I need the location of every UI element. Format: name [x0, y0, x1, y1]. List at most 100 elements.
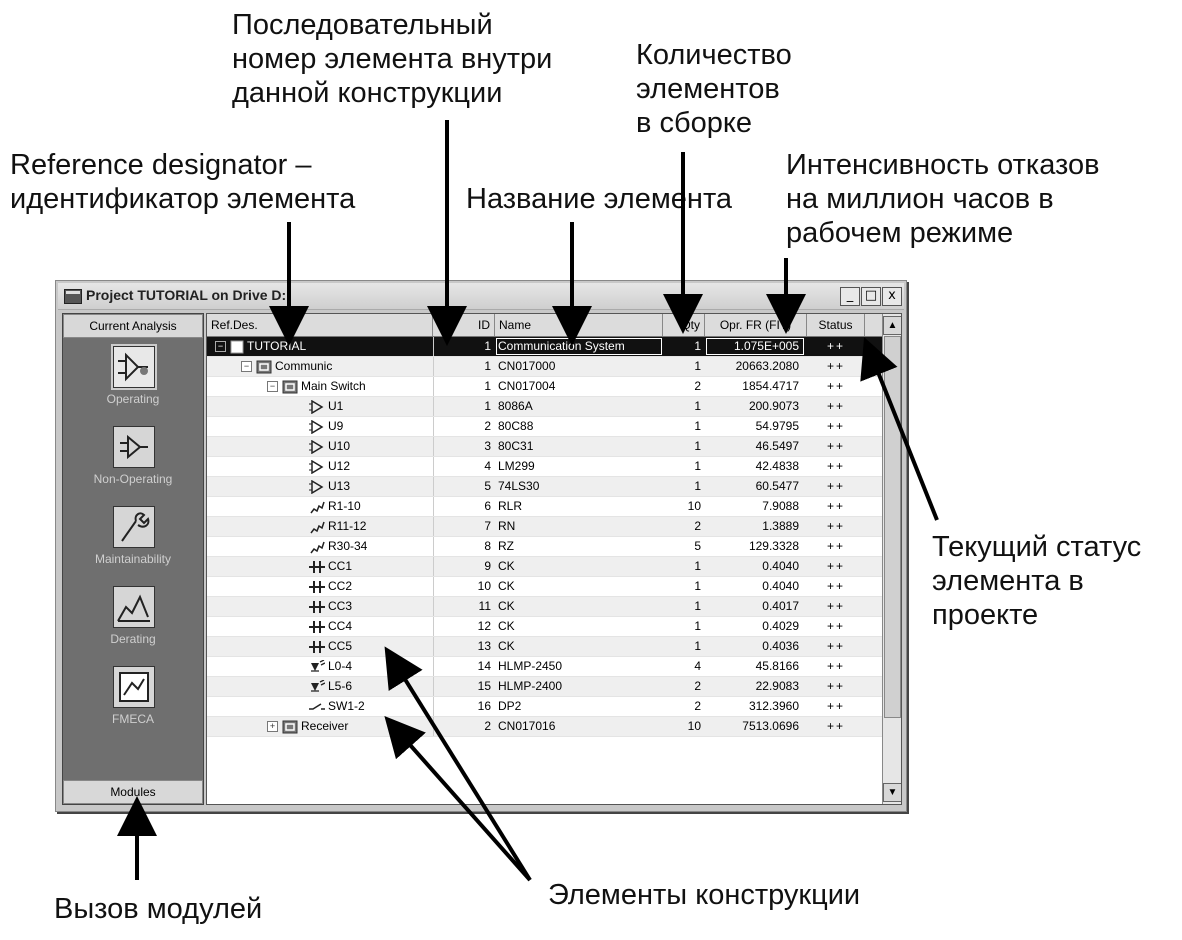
cell-qty[interactable]: 2 — [663, 697, 705, 716]
cell-failure-rate[interactable]: 54.9795 — [705, 417, 805, 436]
cell-status[interactable]: ++ — [807, 397, 865, 416]
cell-id[interactable]: 9 — [433, 557, 495, 576]
cell-qty[interactable]: 1 — [663, 337, 705, 356]
table-row[interactable]: U12 4 LM299 1 42.4838 ++ — [207, 457, 883, 477]
cell-id[interactable]: 1 — [433, 397, 495, 416]
module-non-operating[interactable]: Non-Operating — [63, 422, 203, 502]
cell-failure-rate[interactable]: 312.3960 — [705, 697, 805, 716]
modules-button[interactable]: Modules — [63, 780, 203, 804]
column-header-name[interactable]: Name — [495, 314, 663, 336]
cell-ref-des[interactable]: − TUTORIAL — [207, 337, 433, 356]
cell-status[interactable]: ++ — [807, 377, 865, 396]
vertical-scrollbar[interactable]: ▲ ▼ — [882, 314, 901, 804]
cell-qty[interactable]: 4 — [663, 657, 705, 676]
cell-status[interactable]: ++ — [807, 637, 865, 656]
cell-ref-des[interactable]: R11-12 — [207, 517, 433, 536]
cell-qty[interactable]: 1 — [663, 457, 705, 476]
cell-ref-des[interactable]: U13 — [207, 477, 433, 496]
cell-ref-des[interactable]: CC3 — [207, 597, 433, 616]
cell-name[interactable]: 80C88 — [495, 417, 663, 436]
cell-ref-des[interactable]: U12 — [207, 457, 433, 476]
cell-ref-des[interactable]: U9 — [207, 417, 433, 436]
cell-qty[interactable]: 2 — [663, 517, 705, 536]
cell-status[interactable]: ++ — [807, 477, 865, 496]
cell-qty[interactable]: 10 — [663, 497, 705, 516]
cell-name[interactable]: Communication System — [495, 337, 663, 356]
cell-ref-des[interactable]: − Main Switch — [207, 377, 433, 396]
cell-id[interactable]: 11 — [433, 597, 495, 616]
cell-name[interactable]: CN017000 — [495, 357, 663, 376]
cell-failure-rate[interactable]: 7513.0696 — [705, 717, 805, 736]
maximize-button[interactable]: □ — [861, 287, 881, 306]
column-header-status[interactable]: Status — [807, 314, 865, 336]
collapse-toggle-icon[interactable]: − — [241, 361, 252, 373]
cell-name[interactable]: LM299 — [495, 457, 663, 476]
cell-name[interactable]: RZ — [495, 537, 663, 556]
table-row[interactable]: R11-12 7 RN 2 1.3889 ++ — [207, 517, 883, 537]
cell-qty[interactable]: 1 — [663, 417, 705, 436]
cell-name[interactable]: CN017004 — [495, 377, 663, 396]
cell-failure-rate[interactable]: 7.9088 — [705, 497, 805, 516]
cell-qty[interactable]: 2 — [663, 677, 705, 696]
table-row[interactable]: CC4 12 CK 1 0.4029 ++ — [207, 617, 883, 637]
minimize-button[interactable]: _ — [840, 287, 860, 306]
cell-failure-rate[interactable]: 0.4036 — [705, 637, 805, 656]
cell-name[interactable]: CK — [495, 577, 663, 596]
cell-name[interactable]: RLR — [495, 497, 663, 516]
cell-id[interactable]: 2 — [433, 717, 495, 736]
cell-qty[interactable]: 5 — [663, 537, 705, 556]
cell-name[interactable]: 80C31 — [495, 437, 663, 456]
cell-qty[interactable]: 1 — [663, 397, 705, 416]
cell-ref-des[interactable]: U10 — [207, 437, 433, 456]
cell-qty[interactable]: 1 — [663, 477, 705, 496]
cell-name[interactable]: CN017016 — [495, 717, 663, 736]
cell-failure-rate[interactable]: 0.4029 — [705, 617, 805, 636]
cell-status[interactable]: ++ — [807, 497, 865, 516]
cell-name[interactable]: 8086A — [495, 397, 663, 416]
cell-id[interactable]: 16 — [433, 697, 495, 716]
cell-name[interactable]: 74LS30 — [495, 477, 663, 496]
cell-ref-des[interactable]: SW1-2 — [207, 697, 433, 716]
cell-status[interactable]: ++ — [807, 357, 865, 376]
cell-id[interactable]: 12 — [433, 617, 495, 636]
cell-failure-rate[interactable]: 1.075E+005 — [705, 337, 805, 356]
table-row[interactable]: − TUTORIAL 1 Communication System 1 1.075E+00… — [207, 337, 883, 357]
cell-failure-rate[interactable]: 129.3328 — [705, 537, 805, 556]
cell-name[interactable]: HLMP-2400 — [495, 677, 663, 696]
column-header-ref[interactable]: Ref.Des. — [207, 314, 433, 336]
scroll-thumb[interactable] — [884, 336, 901, 718]
cell-id[interactable]: 6 — [433, 497, 495, 516]
table-row[interactable]: − Communic 1 CN017000 1 20663.2080 ++ — [207, 357, 883, 377]
column-header-fr[interactable]: Opr. FR (FIT) — [705, 314, 807, 336]
cell-failure-rate[interactable]: 45.8166 — [705, 657, 805, 676]
cell-status[interactable]: ++ — [807, 657, 865, 676]
cell-id[interactable]: 7 — [433, 517, 495, 536]
table-row[interactable]: R30-34 8 RZ 5 129.3328 ++ — [207, 537, 883, 557]
cell-status[interactable]: ++ — [807, 677, 865, 696]
scroll-down-button[interactable]: ▼ — [883, 783, 901, 802]
scroll-up-button[interactable]: ▲ — [883, 316, 901, 335]
cell-qty[interactable]: 1 — [663, 597, 705, 616]
cell-failure-rate[interactable]: 200.9073 — [705, 397, 805, 416]
cell-ref-des[interactable]: + Receiver — [207, 717, 433, 736]
cell-status[interactable]: ++ — [807, 577, 865, 596]
cell-id[interactable]: 8 — [433, 537, 495, 556]
cell-status[interactable]: ++ — [807, 417, 865, 436]
cell-status[interactable]: ++ — [807, 597, 865, 616]
cell-id[interactable]: 14 — [433, 657, 495, 676]
cell-id[interactable]: 3 — [433, 437, 495, 456]
cell-name[interactable]: RN — [495, 517, 663, 536]
cell-status[interactable]: ++ — [807, 717, 865, 736]
cell-id[interactable]: 1 — [433, 377, 495, 396]
cell-name[interactable]: HLMP-2450 — [495, 657, 663, 676]
window-titlebar[interactable]: Project TUTORIAL on Drive D: _ □ x — [58, 283, 904, 310]
column-header-id[interactable]: ID — [433, 314, 495, 336]
cell-status[interactable]: ++ — [807, 537, 865, 556]
module-operating[interactable]: Operating — [63, 342, 203, 422]
cell-failure-rate[interactable]: 1854.4717 — [705, 377, 805, 396]
table-row[interactable]: CC2 10 CK 1 0.4040 ++ — [207, 577, 883, 597]
cell-id[interactable]: 15 — [433, 677, 495, 696]
table-row[interactable]: − Main Switch 1 CN017004 2 1854.4717 ++ — [207, 377, 883, 397]
cell-status[interactable]: ++ — [807, 557, 865, 576]
cell-id[interactable]: 13 — [433, 637, 495, 656]
